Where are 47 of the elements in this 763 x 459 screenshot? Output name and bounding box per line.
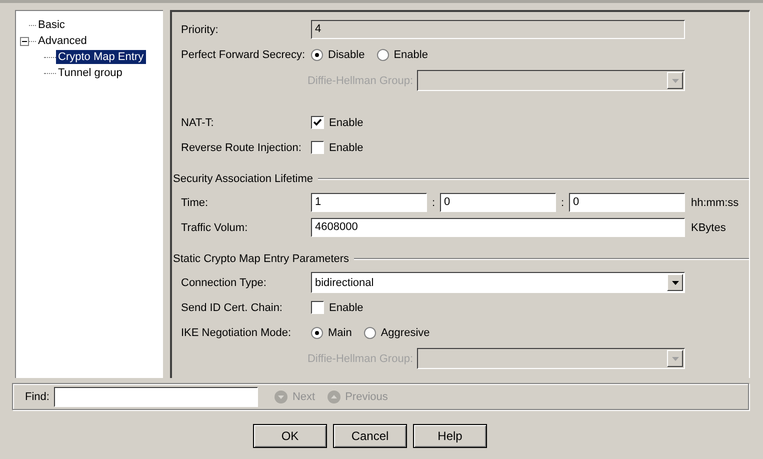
dropdown-arrow-icon xyxy=(672,280,678,284)
field-label: Priority: xyxy=(181,24,220,36)
radio-label: Main xyxy=(328,326,352,338)
checkbox[interactable] xyxy=(311,141,324,154)
field-label: Reverse Route Injection: xyxy=(181,142,302,154)
field-label: Traffic Volum: xyxy=(181,222,249,234)
find-label: Find: xyxy=(25,390,50,402)
dialog-button[interactable]: Help xyxy=(413,424,487,448)
find-field[interactable] xyxy=(54,386,258,406)
dropdown[interactable]: bidirectional xyxy=(311,272,685,293)
field-label: NAT-T: xyxy=(181,116,215,128)
input-field[interactable]: 0 xyxy=(569,193,685,212)
radio-label: Enable xyxy=(394,48,428,60)
field-label: Connection Type: xyxy=(181,276,268,288)
dropdown-arrow-icon xyxy=(672,356,678,360)
radio-label: Disable xyxy=(328,48,365,60)
dropdown-arrow-icon xyxy=(672,78,678,82)
checkbox[interactable] xyxy=(311,116,324,129)
tree-item[interactable]: Advanced xyxy=(36,34,89,48)
time-separator: : xyxy=(430,196,436,208)
radio-button[interactable] xyxy=(364,326,376,338)
checkbox[interactable] xyxy=(311,301,324,314)
field-label: Perfect Forward Secrecy: xyxy=(181,48,306,60)
unit-label: hh:mm:ss xyxy=(691,196,739,208)
section-title: Static Crypto Map Entry Parameters xyxy=(172,253,350,265)
tree-item[interactable]: Basic xyxy=(36,18,67,32)
field-label: Send ID Cert. Chain: xyxy=(181,302,284,314)
tree-item[interactable]: Tunnel group xyxy=(56,66,124,80)
radio-button[interactable] xyxy=(311,48,323,60)
section-title: Security Association Lifetime xyxy=(172,173,314,185)
tree-item[interactable]: Crypto Map Entry xyxy=(56,50,146,64)
radio-label: Aggresive xyxy=(380,326,430,338)
time-separator: : xyxy=(560,196,566,208)
checkbox-label: Enable xyxy=(329,116,364,128)
field-label: IKE Negotiation Mode: xyxy=(181,326,292,338)
input-field[interactable]: 0 xyxy=(440,193,556,212)
checkbox-label: Enable xyxy=(329,142,364,154)
field-label: Time: xyxy=(181,196,210,208)
radio-button[interactable] xyxy=(376,48,389,60)
radio-button[interactable] xyxy=(311,326,323,338)
checkbox-label: Enable xyxy=(329,302,364,314)
collapse-icon[interactable] xyxy=(20,36,29,46)
dialog-button[interactable]: OK xyxy=(253,424,327,448)
input-field[interactable]: 4608000 xyxy=(311,218,685,237)
unit-label: KBytes xyxy=(691,222,726,234)
input-field[interactable]: 1 xyxy=(311,193,427,212)
dialog-button[interactable]: Cancel xyxy=(333,424,407,448)
